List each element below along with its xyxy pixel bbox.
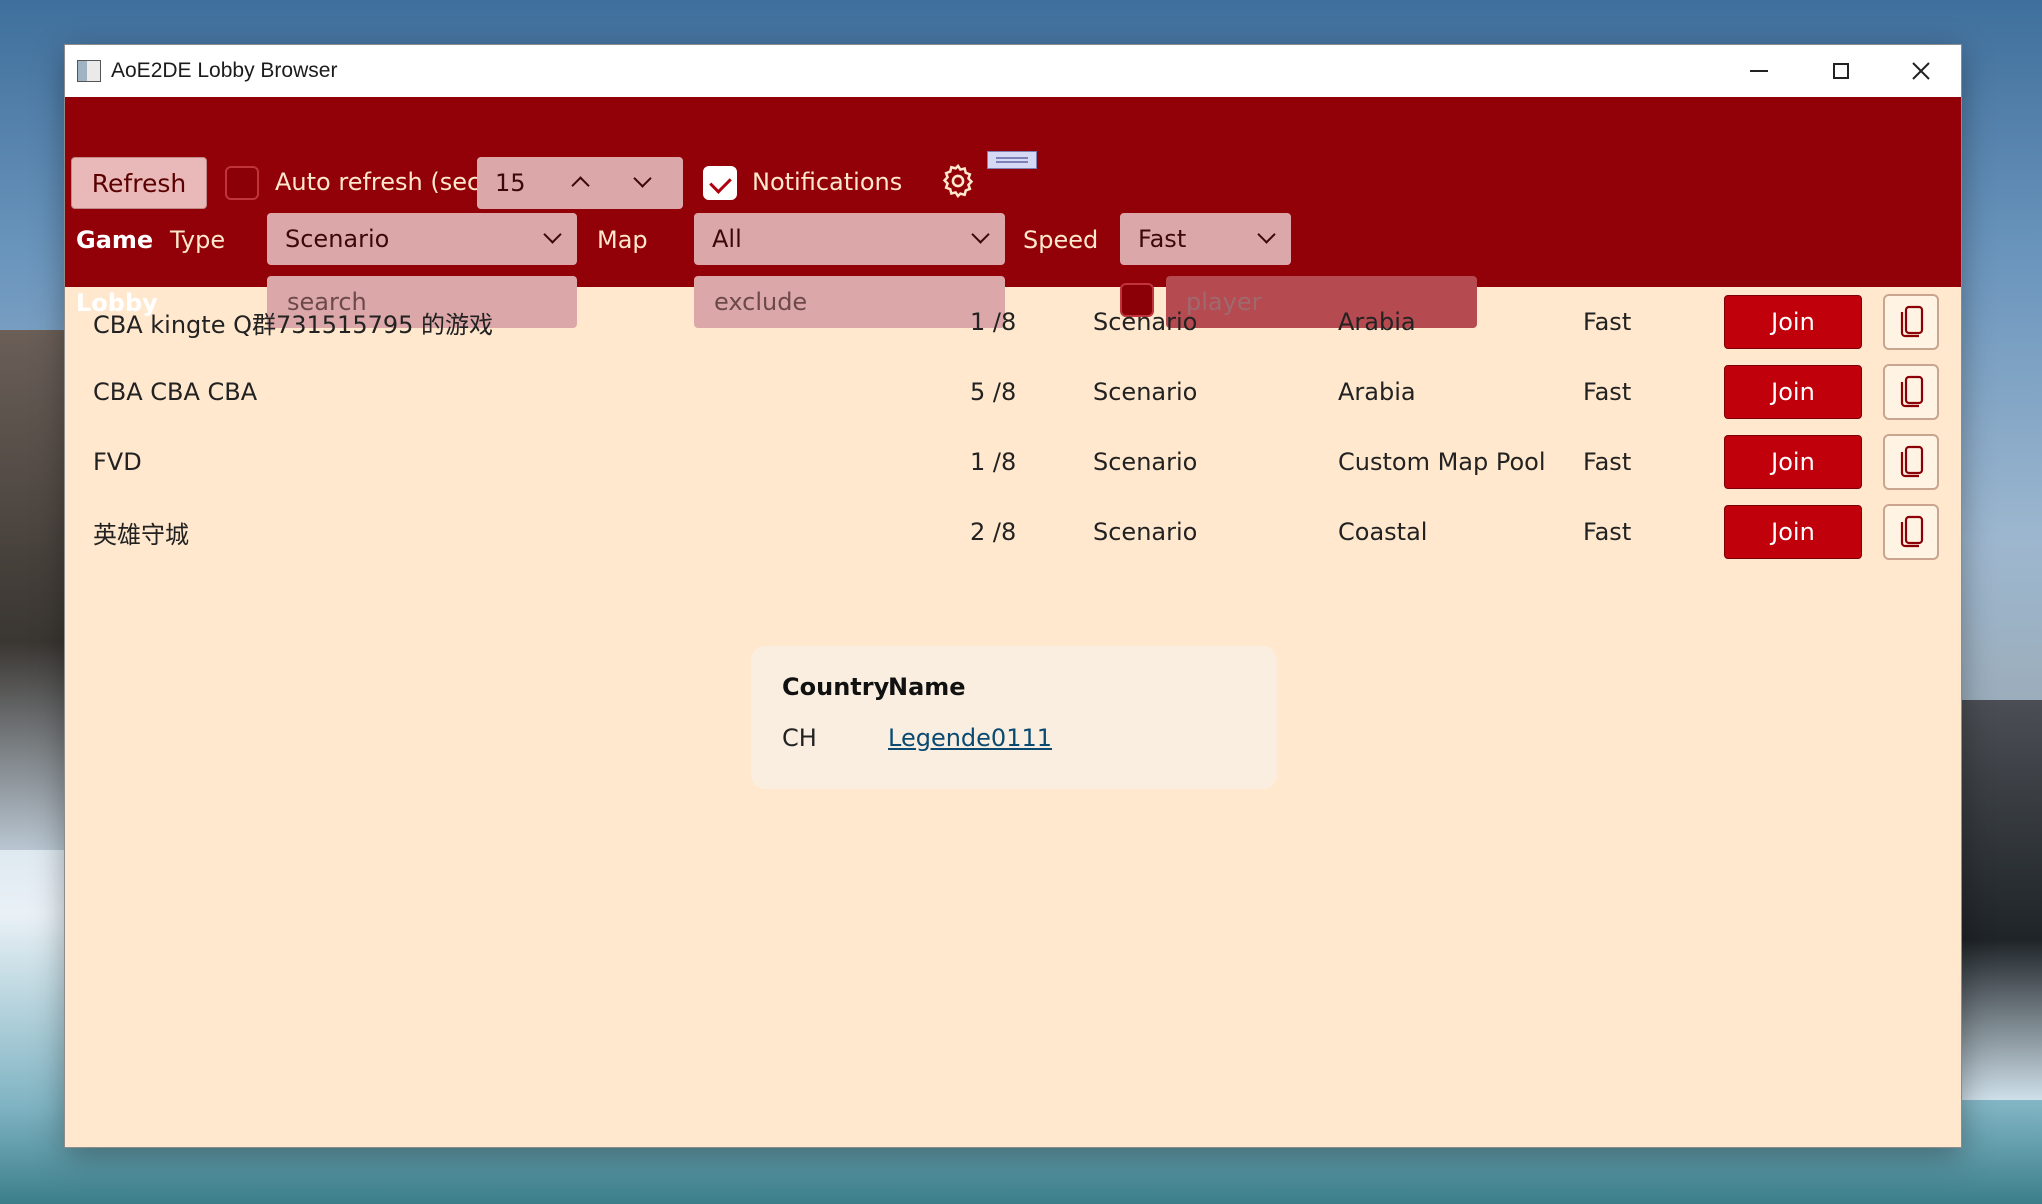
copy-icon: [1900, 445, 1924, 478]
lobby-speed: Fast: [1583, 308, 1632, 336]
player-country: CH: [782, 724, 817, 752]
type-dropdown-value: Scenario: [285, 225, 390, 253]
lobby-row[interactable]: FVD 1 /8 Scenario Custom Map Pool Fast J…: [65, 427, 1961, 497]
lobby-list: CBA kingte Q群731515795 的游戏 1 /8 Scenario…: [65, 287, 1961, 567]
minimize-button[interactable]: [1719, 45, 1799, 97]
speed-dropdown[interactable]: Fast: [1120, 213, 1291, 265]
lobby-speed: Fast: [1583, 518, 1632, 546]
lobby-row[interactable]: 英雄守城 2 /8 Scenario Coastal Fast Join: [65, 497, 1961, 567]
app-window: AoE2DE Lobby Browser Refresh Auto refres…: [65, 45, 1961, 1147]
lobby-speed: Fast: [1583, 448, 1632, 476]
copy-button[interactable]: [1883, 294, 1939, 350]
auto-refresh-interval-input[interactable]: 15: [477, 157, 683, 209]
minimize-icon: [1750, 70, 1768, 72]
notifications-checkbox[interactable]: [703, 166, 737, 200]
lobby-row[interactable]: CBA kingte Q群731515795 的游戏 1 /8 Scenario…: [65, 287, 1961, 357]
maximize-button[interactable]: [1801, 45, 1881, 97]
chevron-down-icon: [971, 225, 990, 244]
lobby-game-type: Scenario: [1093, 448, 1198, 476]
player-name-link[interactable]: Legende0111: [888, 724, 1052, 752]
lobby-player-count: 1 /8: [970, 448, 1017, 476]
copy-icon: [1900, 375, 1924, 408]
lobby-game-type: Scenario: [1093, 518, 1198, 546]
filter-toolbar: Refresh Auto refresh (sec) 15 Notificati…: [65, 97, 1961, 328]
notifications-label: Notifications: [752, 168, 903, 196]
refresh-button[interactable]: Refresh: [71, 157, 207, 209]
join-button[interactable]: Join: [1724, 435, 1862, 489]
maximize-icon: [1833, 63, 1849, 79]
speed-label: Speed: [1023, 226, 1099, 254]
lobby-map: Arabia: [1338, 308, 1416, 336]
map-dropdown[interactable]: All: [694, 213, 1005, 265]
player-details-popup: Country Name CH Legende0111: [751, 646, 1277, 789]
country-column-header: Country: [782, 673, 890, 701]
copy-button[interactable]: [1883, 504, 1939, 560]
auto-refresh-checkbox[interactable]: [225, 166, 259, 200]
lobby-name: CBA CBA CBA: [93, 378, 258, 406]
copy-button[interactable]: [1883, 434, 1939, 490]
game-section-label: Game: [76, 226, 154, 254]
chevron-down-icon: [543, 225, 562, 244]
lobby-player-count: 2 /8: [970, 518, 1017, 546]
dock-handle[interactable]: [987, 151, 1037, 169]
lobby-speed: Fast: [1583, 378, 1632, 406]
lobby-map: Coastal: [1338, 518, 1428, 546]
copy-icon: [1900, 515, 1924, 548]
copy-icon: [1900, 305, 1924, 338]
increment-icon[interactable]: [571, 176, 590, 195]
lobby-name: FVD: [93, 448, 142, 476]
join-button[interactable]: Join: [1724, 505, 1862, 559]
type-label: Type: [170, 226, 226, 254]
lobby-game-type: Scenario: [1093, 378, 1198, 406]
lobby-player-count: 1 /8: [970, 308, 1017, 336]
lobby-map: Arabia: [1338, 378, 1416, 406]
copy-button[interactable]: [1883, 364, 1939, 420]
title-bar[interactable]: AoE2DE Lobby Browser: [65, 45, 1961, 97]
auto-refresh-interval-value: 15: [495, 169, 526, 197]
name-column-header: Name: [888, 673, 966, 701]
map-dropdown-value: All: [712, 225, 742, 253]
app-icon: [77, 60, 101, 82]
decrement-icon[interactable]: [633, 169, 652, 188]
lobby-row[interactable]: CBA CBA CBA 5 /8 Scenario Arabia Fast Jo…: [65, 357, 1961, 427]
type-dropdown[interactable]: Scenario: [267, 213, 577, 265]
close-button[interactable]: [1881, 45, 1961, 97]
gear-icon: [942, 163, 974, 199]
lobby-player-count: 5 /8: [970, 378, 1017, 406]
lobby-map: Custom Map Pool: [1338, 448, 1546, 476]
speed-dropdown-value: Fast: [1138, 225, 1187, 253]
desktop-background-rock-right: [1962, 700, 2042, 1100]
join-button[interactable]: Join: [1724, 295, 1862, 349]
map-label: Map: [597, 226, 648, 254]
lobby-game-type: Scenario: [1093, 308, 1198, 336]
settings-button[interactable]: [923, 151, 993, 211]
close-icon: [1912, 62, 1930, 80]
lobby-name: 英雄守城: [93, 520, 189, 549]
auto-refresh-label: Auto refresh (sec): [275, 168, 490, 196]
chevron-down-icon: [1257, 225, 1276, 244]
join-button[interactable]: Join: [1724, 365, 1862, 419]
lobby-name: CBA kingte Q群731515795 的游戏: [93, 310, 494, 339]
window-title: AoE2DE Lobby Browser: [111, 59, 338, 82]
